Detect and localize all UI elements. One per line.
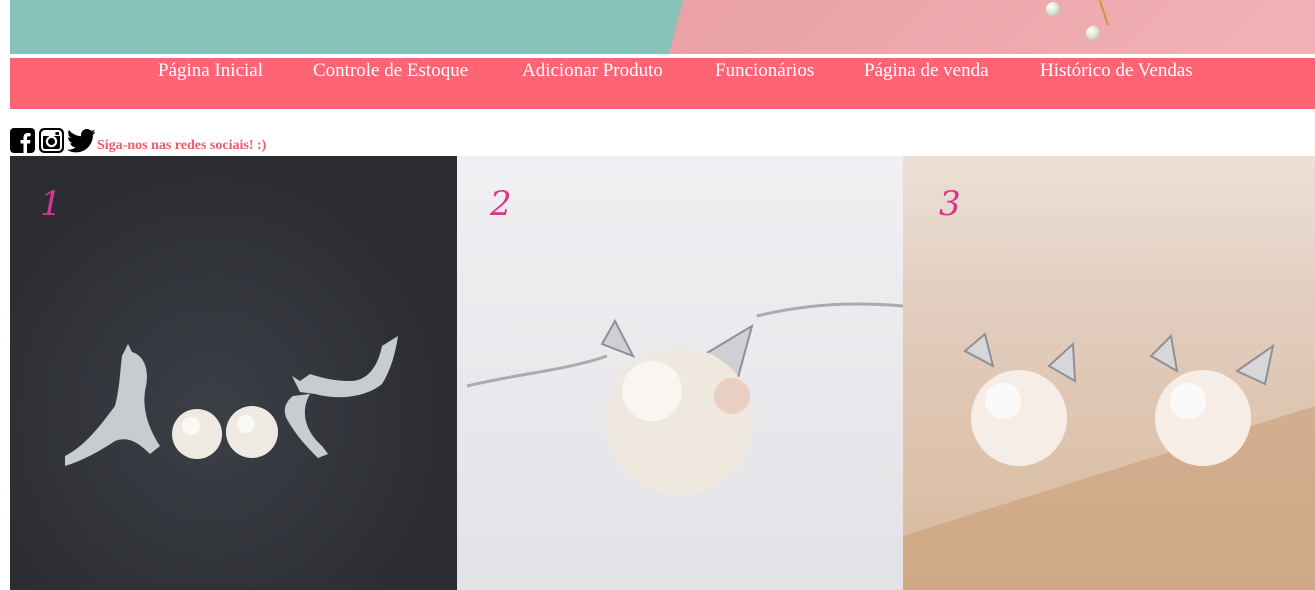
nav-item-controle-estoque[interactable]: Controle de Estoque — [313, 60, 468, 82]
banner-pearl-earring — [1086, 26, 1100, 40]
cat-earrings-illustration — [65, 336, 398, 466]
main-navigation: Página Inicial Controle de Estoque Adici… — [10, 58, 1315, 109]
facebook-icon[interactable] — [10, 128, 35, 153]
banner-pink-background — [669, 0, 1315, 54]
nav-item-historico-vendas[interactable]: Histórico de Vendas — [1040, 60, 1193, 82]
product-image-cat-pendant[interactable]: 2 — [457, 156, 903, 590]
cat-pearl-earrings-illustration — [903, 332, 1315, 590]
nav-item-funcionarios[interactable]: Funcionários — [715, 60, 814, 82]
product-image-cat-earrings[interactable]: 1 — [10, 156, 457, 590]
twitter-icon[interactable] — [66, 128, 96, 153]
instagram-icon[interactable] — [39, 128, 64, 153]
nav-item-pagina-venda[interactable]: Página de venda — [864, 60, 989, 82]
nav-item-adicionar-produto[interactable]: Adicionar Produto — [522, 60, 663, 82]
social-follow-text: Siga-nos nas redes sociais! :) — [97, 138, 267, 153]
banner-pearl-earring — [1046, 2, 1060, 16]
header-banner — [10, 0, 1315, 54]
product-image-cat-pearl-earrings[interactable]: 3 — [903, 156, 1315, 590]
product-gallery: 1 2 3 — [10, 156, 1315, 590]
cat-pendant-illustration — [466, 302, 903, 495]
nav-item-pagina-inicial[interactable]: Página Inicial — [158, 60, 263, 82]
